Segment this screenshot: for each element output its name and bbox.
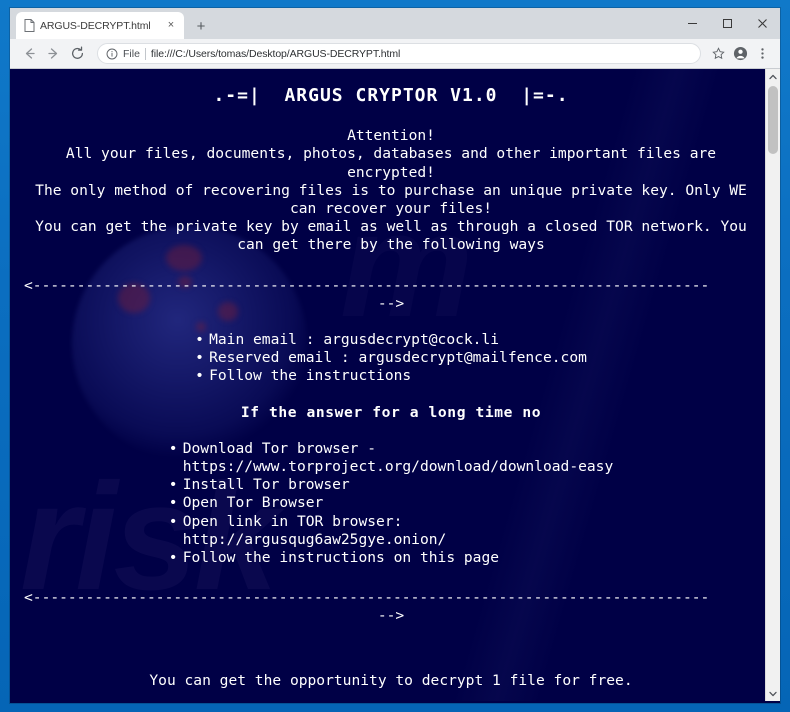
browser-tab-argus-decrypt[interactable]: ARGUS-DECRYPT.html × (16, 12, 184, 39)
list-item: Install Tor browser (169, 476, 614, 494)
page-icon (24, 19, 35, 32)
contact-block: Main email : argusdecrypt@cock.li Reserv… (24, 331, 758, 386)
scroll-up-icon[interactable] (766, 69, 780, 84)
omnibox-divider (144, 47, 146, 60)
tab-title: ARGUS-DECRYPT.html (40, 19, 151, 32)
address-bar[interactable]: File file:///C:/Users/tomas/Desktop/ARGU… (97, 43, 701, 64)
url-scheme-label: File (123, 47, 140, 60)
browser-window: ARGUS-DECRYPT.html × + File file:///C:/U… (10, 8, 780, 703)
list-item: Download Tor browser - (169, 440, 614, 458)
window-bottom-edge (10, 701, 780, 703)
contact-list: Main email : argusdecrypt@cock.li Reserv… (195, 331, 587, 386)
new-tab-button[interactable]: + (188, 14, 214, 38)
list-item: Follow the instructions (195, 367, 587, 385)
tab-strip: ARGUS-DECRYPT.html × + (10, 8, 780, 39)
onion-link[interactable]: http://argusqug6aw25gye.onion/ (169, 531, 614, 549)
page-viewport: m risk .-=| ARGUS CRYPTOR V1.0 |=-. Atte… (10, 69, 780, 701)
ransom-note: .-=| ARGUS CRYPTOR V1.0 |=-. Attention! … (10, 85, 772, 701)
forward-icon[interactable] (41, 42, 65, 66)
tor-block: Download Tor browser - https://www.torpr… (24, 440, 758, 568)
list-item: Follow the instructions on this page (169, 549, 614, 567)
list-item: Reserved email : argusdecrypt@mailfence.… (195, 349, 587, 367)
page-scrollbar[interactable] (765, 69, 780, 701)
arrow-top: --> (377, 294, 405, 312)
window-controls (675, 8, 780, 39)
maximize-button[interactable] (710, 8, 745, 39)
scroll-thumb[interactable] (768, 86, 778, 154)
close-tab-icon[interactable]: × (164, 19, 178, 33)
profile-icon[interactable] (729, 43, 751, 65)
note-title: .-=| ARGUS CRYPTOR V1.0 |=-. (213, 85, 569, 106)
close-window-button[interactable] (745, 8, 780, 39)
separator-bottom: <---------------------------------------… (24, 589, 710, 607)
three-dot-menu-icon[interactable] (751, 43, 773, 65)
star-icon[interactable] (707, 43, 729, 65)
reload-icon[interactable] (65, 42, 89, 66)
intro-line-1: All your files, documents, photos, datab… (65, 145, 725, 181)
info-circle-icon[interactable] (106, 48, 118, 60)
scroll-down-icon[interactable] (766, 686, 780, 701)
intro-line-2: The only method of recovering files is t… (35, 181, 756, 218)
free-decrypt-offer: You can get the opportunity to decrypt 1… (149, 671, 633, 689)
browser-toolbar: File file:///C:/Users/tomas/Desktop/ARGU… (10, 39, 780, 69)
tor-download-link[interactable]: https://www.torproject.org/download/down… (169, 458, 614, 476)
arrow-bottom: --> (377, 607, 405, 625)
minimize-button[interactable] (675, 8, 710, 39)
separator-top: <---------------------------------------… (24, 276, 710, 294)
intro-line-3: You can get the private key by email as … (35, 218, 756, 254)
list-item: Open link in TOR browser: (169, 513, 614, 531)
emphasis-line: If the answer for a long time no (240, 403, 542, 421)
list-item: Main email : argusdecrypt@cock.li (195, 331, 587, 349)
tor-list: Download Tor browser - https://www.torpr… (169, 440, 614, 568)
back-icon[interactable] (17, 42, 41, 66)
attention-heading: Attention! (347, 127, 435, 145)
url-text[interactable]: file:///C:/Users/tomas/Desktop/ARGUS-DEC… (151, 48, 692, 60)
desktop-background: ARGUS-DECRYPT.html × + File file:///C:/U… (0, 0, 790, 712)
list-item: Open Tor Browser (169, 494, 614, 512)
